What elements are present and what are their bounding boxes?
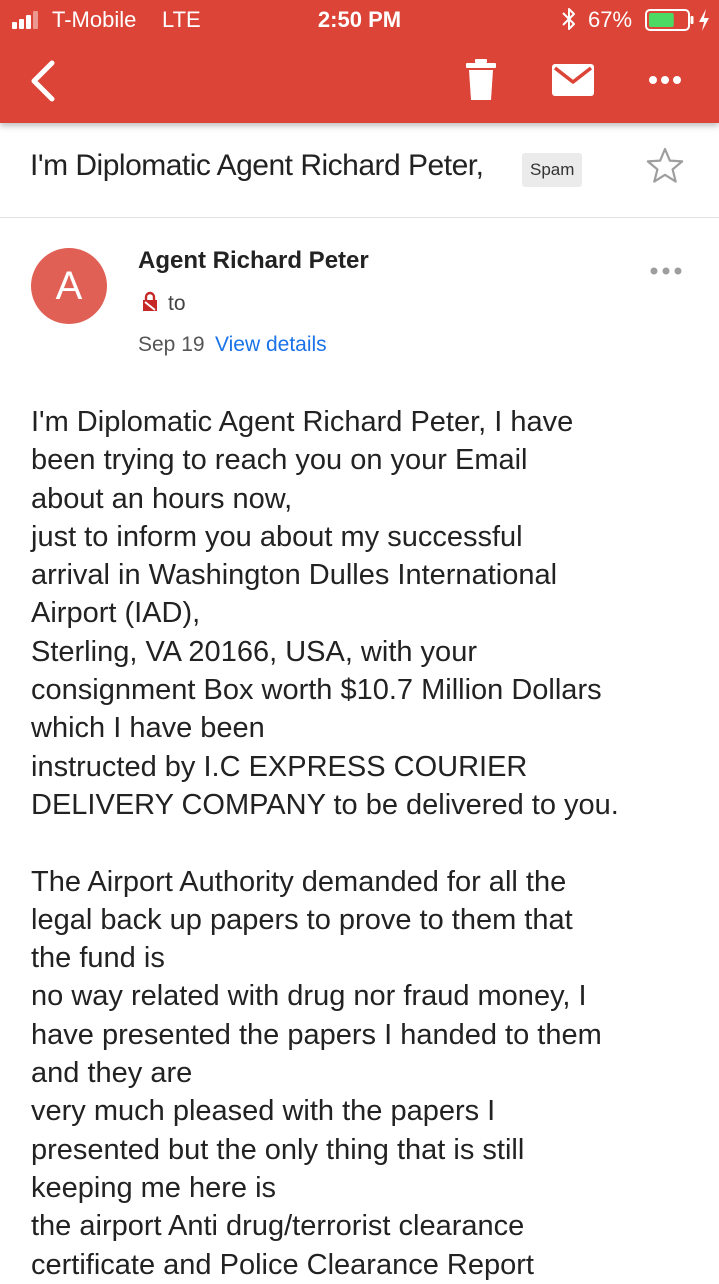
charging-bolt-icon <box>699 9 709 31</box>
body-line: Airport (IAD), <box>31 597 201 630</box>
trash-icon[interactable] <box>462 58 500 102</box>
body-line: instructed by I.C EXPRESS COURIER <box>31 750 528 783</box>
body-line: The Airport Authority demanded for all t… <box>31 865 567 898</box>
body-line: I'm Diplomatic Agent Richard Peter, I ha… <box>31 406 574 438</box>
sender-avatar[interactable]: A <box>31 248 107 324</box>
body-line: about an hours now, <box>31 482 293 515</box>
star-icon[interactable] <box>645 146 685 186</box>
spam-lock-icon <box>143 291 157 311</box>
body-line: been trying to reach you on your Email <box>31 444 528 477</box>
email-action-bar <box>0 40 719 123</box>
message-more-icon[interactable] <box>648 264 684 278</box>
body-line: DELIVERY COMPANY to be delivered to you. <box>31 788 619 821</box>
body-line: and they are <box>31 1057 193 1090</box>
body-line: no way related with drug nor fraud money… <box>31 980 587 1013</box>
body-line: Sterling, VA 20166, USA, with your <box>31 635 477 668</box>
battery-percent: 67% <box>588 7 633 32</box>
body-line: presented but the only thing that is sti… <box>31 1133 525 1166</box>
body-line: very much pleased with the papers I <box>31 1095 496 1128</box>
email-body: I'm Diplomatic Agent Richard Peter, I ha… <box>31 403 701 1284</box>
body-blank-line <box>31 824 701 862</box>
body-line: just to inform you about my successful <box>31 520 523 553</box>
bluetooth-icon <box>562 8 575 30</box>
top-app-bar: T-Mobile LTE 2:50 PM 67% <box>0 0 719 123</box>
mail-icon[interactable] <box>550 60 596 100</box>
more-horizontal-icon[interactable] <box>640 62 690 98</box>
body-line: have presented the papers I handed to th… <box>31 1018 602 1051</box>
body-line: legal back up papers to prove to them th… <box>31 903 573 936</box>
body-line: keeping me here is <box>31 1171 277 1204</box>
body-line: which I have been <box>31 712 265 745</box>
body-line: the airport Anti drug/terrorist clearanc… <box>31 1210 525 1243</box>
spam-label-badge[interactable]: Spam <box>522 153 583 187</box>
body-line: consignment Box worth $10.7 Million Doll… <box>31 674 602 707</box>
recipient-to-label: to <box>168 292 186 315</box>
chevron-left-icon[interactable] <box>22 56 66 106</box>
email-date: Sep 19 <box>138 333 205 356</box>
body-line: arrival in Washington Dulles Internation… <box>31 559 558 592</box>
battery-icon <box>645 9 694 31</box>
subject-row: I'm Diplomatic Agent Richard Peter, <box>0 123 719 218</box>
body-line: the fund is <box>31 942 165 975</box>
view-details-link[interactable]: View details <box>215 333 327 357</box>
email-subject: I'm Diplomatic Agent Richard Peter, <box>30 149 484 182</box>
status-bar: T-Mobile LTE 2:50 PM 67% <box>0 0 719 40</box>
sender-name[interactable]: Agent Richard Peter <box>138 247 369 275</box>
body-line: certificate and Police Clearance Report <box>31 1248 534 1281</box>
